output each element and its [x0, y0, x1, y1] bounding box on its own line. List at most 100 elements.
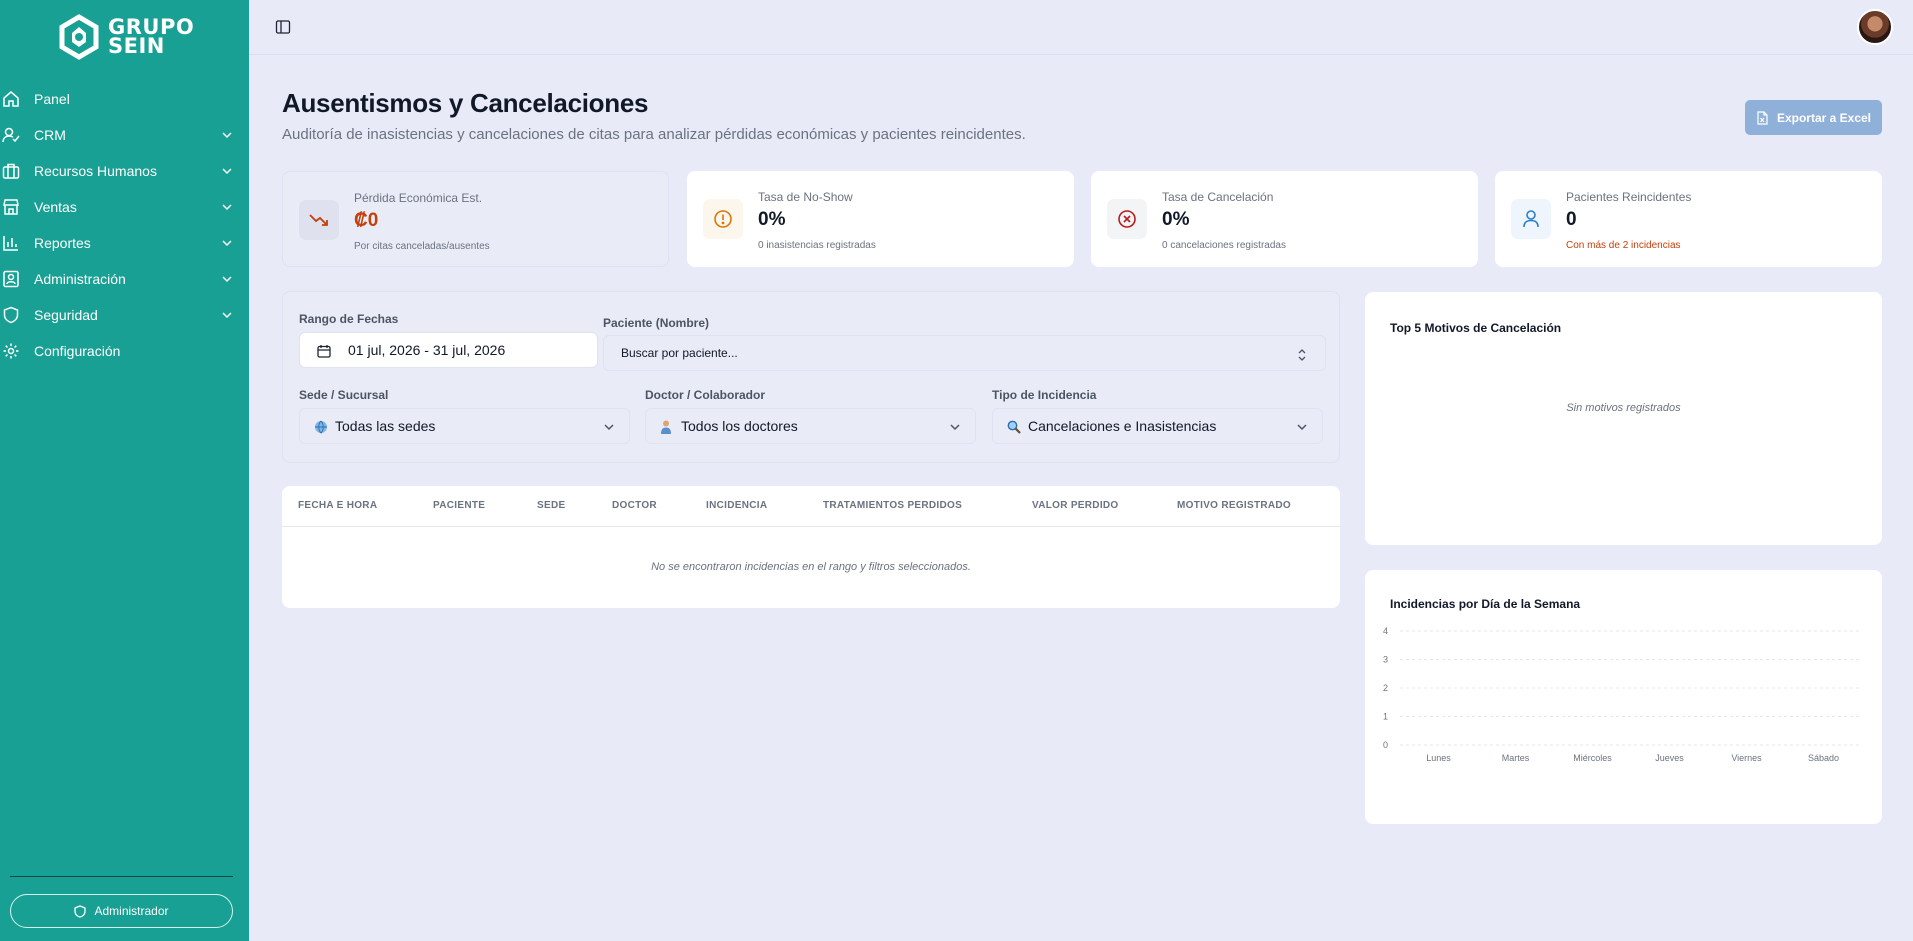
sidebar-item-administracion[interactable]: Administración	[0, 261, 249, 297]
contact-icon	[3, 270, 19, 288]
export-excel-label: Exportar a Excel	[1776, 110, 1872, 125]
x-tick-label: Sábado	[1808, 753, 1839, 763]
shield-icon	[3, 306, 19, 324]
column-header-lost-treatments[interactable]: TRATAMIENTOS PERDIDOS	[823, 500, 962, 511]
incident-type-select[interactable]: Cancelaciones e Inasistencias	[992, 408, 1323, 444]
y-tick-label: 2	[1383, 683, 1388, 693]
user-check-icon	[2, 127, 20, 143]
page-subtitle: Auditoría de inasistencias y cancelacion…	[282, 126, 1026, 143]
column-header-lost-value[interactable]: VALOR PERDIDO	[1032, 500, 1119, 511]
export-excel-button[interactable]: Exportar a Excel	[1745, 100, 1882, 135]
sidebar-item-reportes[interactable]: Reportes	[0, 225, 249, 261]
stat-label: Tasa de No-Show	[758, 190, 853, 204]
stat-note: Por citas canceladas/ausentes	[354, 241, 490, 252]
column-header-patient[interactable]: PACIENTE	[433, 500, 485, 511]
stat-label: Pacientes Reincidentes	[1566, 190, 1692, 204]
sidebar: GRUPO SEIN Panel CRM Recursos Humanos Ve…	[0, 0, 249, 941]
administrator-button-label: Administrador	[94, 904, 169, 918]
chart-title: Incidencias por Día de la Semana	[1390, 597, 1581, 611]
user-icon	[1511, 199, 1551, 239]
gear-icon	[3, 343, 19, 359]
stat-value: 0	[1566, 209, 1577, 230]
stat-value: 0%	[1162, 209, 1190, 230]
topbar	[249, 0, 1913, 55]
administrator-button[interactable]: Administrador	[10, 894, 233, 928]
doctor-label: Doctor / Colaborador	[645, 388, 766, 402]
sidebar-item-seguridad[interactable]: Seguridad	[0, 297, 249, 333]
chevron-down-icon	[222, 168, 232, 175]
chevron-down-icon	[604, 424, 614, 431]
trending-down-icon	[299, 200, 339, 240]
top-reasons-card: Top 5 Motivos de Cancelación Sin motivos…	[1365, 292, 1882, 545]
stat-label: Pérdida Económica Est.	[354, 191, 483, 205]
stat-card-no-show-rate: Tasa de No-Show 0% 0 inasistencias regis…	[687, 171, 1074, 267]
store-icon	[3, 199, 19, 215]
chevron-down-icon	[222, 312, 232, 319]
stat-card-economic-loss: Pérdida Económica Est. ₡0 Por citas canc…	[282, 171, 669, 267]
branch-select-value: Todas las sedes	[335, 418, 436, 434]
brand-name: GRUPO SEIN	[108, 17, 194, 57]
logo-mark-icon	[59, 14, 99, 60]
branch-label: Sede / Sucursal	[299, 388, 389, 402]
sidebar-item-label: Ventas	[34, 199, 77, 215]
sidebar-item-configuracion[interactable]: Configuración	[0, 333, 249, 369]
top-reasons-empty-message: Sin motivos registrados	[1566, 402, 1681, 414]
x-tick-label: Lunes	[1426, 753, 1451, 763]
x-circle-icon	[1107, 199, 1147, 239]
stat-value: ₡0	[354, 210, 379, 231]
doctor-select-value: Todos los doctores	[681, 418, 798, 434]
date-range-label: Rango de Fechas	[299, 312, 399, 326]
stat-card-recurrent-patients: Pacientes Reincidentes 0 Con más de 2 in…	[1495, 171, 1882, 267]
incident-type-label: Tipo de Incidencia	[992, 388, 1097, 402]
incidents-table: FECHA E HORA PACIENTE SEDE DOCTOR INCIDE…	[282, 486, 1340, 608]
briefcase-icon	[2, 163, 20, 179]
x-tick-label: Martes	[1502, 753, 1530, 763]
sidebar-item-recursos-humanos[interactable]: Recursos Humanos	[0, 153, 249, 189]
sidebar-item-panel[interactable]: Panel	[0, 81, 249, 117]
incident-type-value: Cancelaciones e Inasistencias	[1028, 418, 1217, 434]
doctor-select[interactable]: Todos los doctores	[645, 408, 976, 444]
x-tick-label: Jueves	[1655, 753, 1684, 763]
chevron-down-icon	[222, 204, 232, 211]
patient-search-combobox[interactable]: Buscar por paciente...	[603, 335, 1326, 371]
y-tick-label: 1	[1383, 712, 1388, 722]
table-header-divider	[282, 526, 1340, 527]
shield-icon	[74, 904, 87, 918]
column-header-doctor[interactable]: DOCTOR	[612, 500, 657, 511]
brand-logo[interactable]: GRUPO SEIN	[56, 14, 194, 60]
sidebar-item-crm[interactable]: CRM	[0, 117, 249, 153]
table-empty-message: No se encontraron incidencias en el rang…	[651, 561, 971, 573]
stat-note: 0 inasistencias registradas	[758, 240, 876, 251]
home-icon	[3, 91, 19, 107]
chevron-down-icon	[950, 424, 960, 431]
weekday-chart-card: Incidencias por Día de la Semana 0 1 2 3 4 Lu…	[1365, 570, 1882, 824]
sidebar-item-label: Seguridad	[34, 307, 98, 323]
sidebar-item-label: Reportes	[34, 235, 91, 251]
column-header-reason[interactable]: MOTIVO REGISTRADO	[1177, 500, 1291, 511]
alert-circle-icon	[703, 199, 743, 239]
sidebar-item-ventas[interactable]: Ventas	[0, 189, 249, 225]
sidebar-toggle-icon[interactable]	[275, 19, 291, 35]
patient-search-placeholder: Buscar por paciente...	[621, 346, 738, 360]
avatar[interactable]	[1857, 9, 1893, 45]
column-header-date-time[interactable]: FECHA E HORA	[298, 500, 377, 511]
chevron-down-icon	[222, 276, 232, 283]
date-range-value: 01 jul, 2026 - 31 jul, 2026	[348, 342, 506, 358]
column-header-incident[interactable]: INCIDENCIA	[706, 500, 767, 511]
sidebar-divider	[10, 876, 233, 877]
branch-select[interactable]: Todas las sedes	[299, 408, 630, 444]
date-range-picker[interactable]: 01 jul, 2026 - 31 jul, 2026	[299, 332, 598, 368]
y-tick-label: 3	[1383, 655, 1388, 665]
magnifier-icon	[1007, 420, 1021, 434]
y-tick-label: 0	[1383, 740, 1388, 750]
x-tick-label: Miércoles	[1573, 753, 1612, 763]
y-tick-label: 4	[1383, 626, 1388, 636]
column-header-branch[interactable]: SEDE	[537, 500, 565, 511]
chevron-down-icon	[1297, 424, 1307, 431]
sidebar-item-label: Configuración	[34, 343, 121, 359]
doctor-icon	[661, 420, 671, 434]
stat-label: Tasa de Cancelación	[1162, 190, 1274, 204]
top-reasons-title: Top 5 Motivos de Cancelación	[1390, 321, 1562, 335]
patient-label: Paciente (Nombre)	[603, 316, 710, 330]
stat-note: 0 cancelaciones registradas	[1162, 240, 1286, 251]
